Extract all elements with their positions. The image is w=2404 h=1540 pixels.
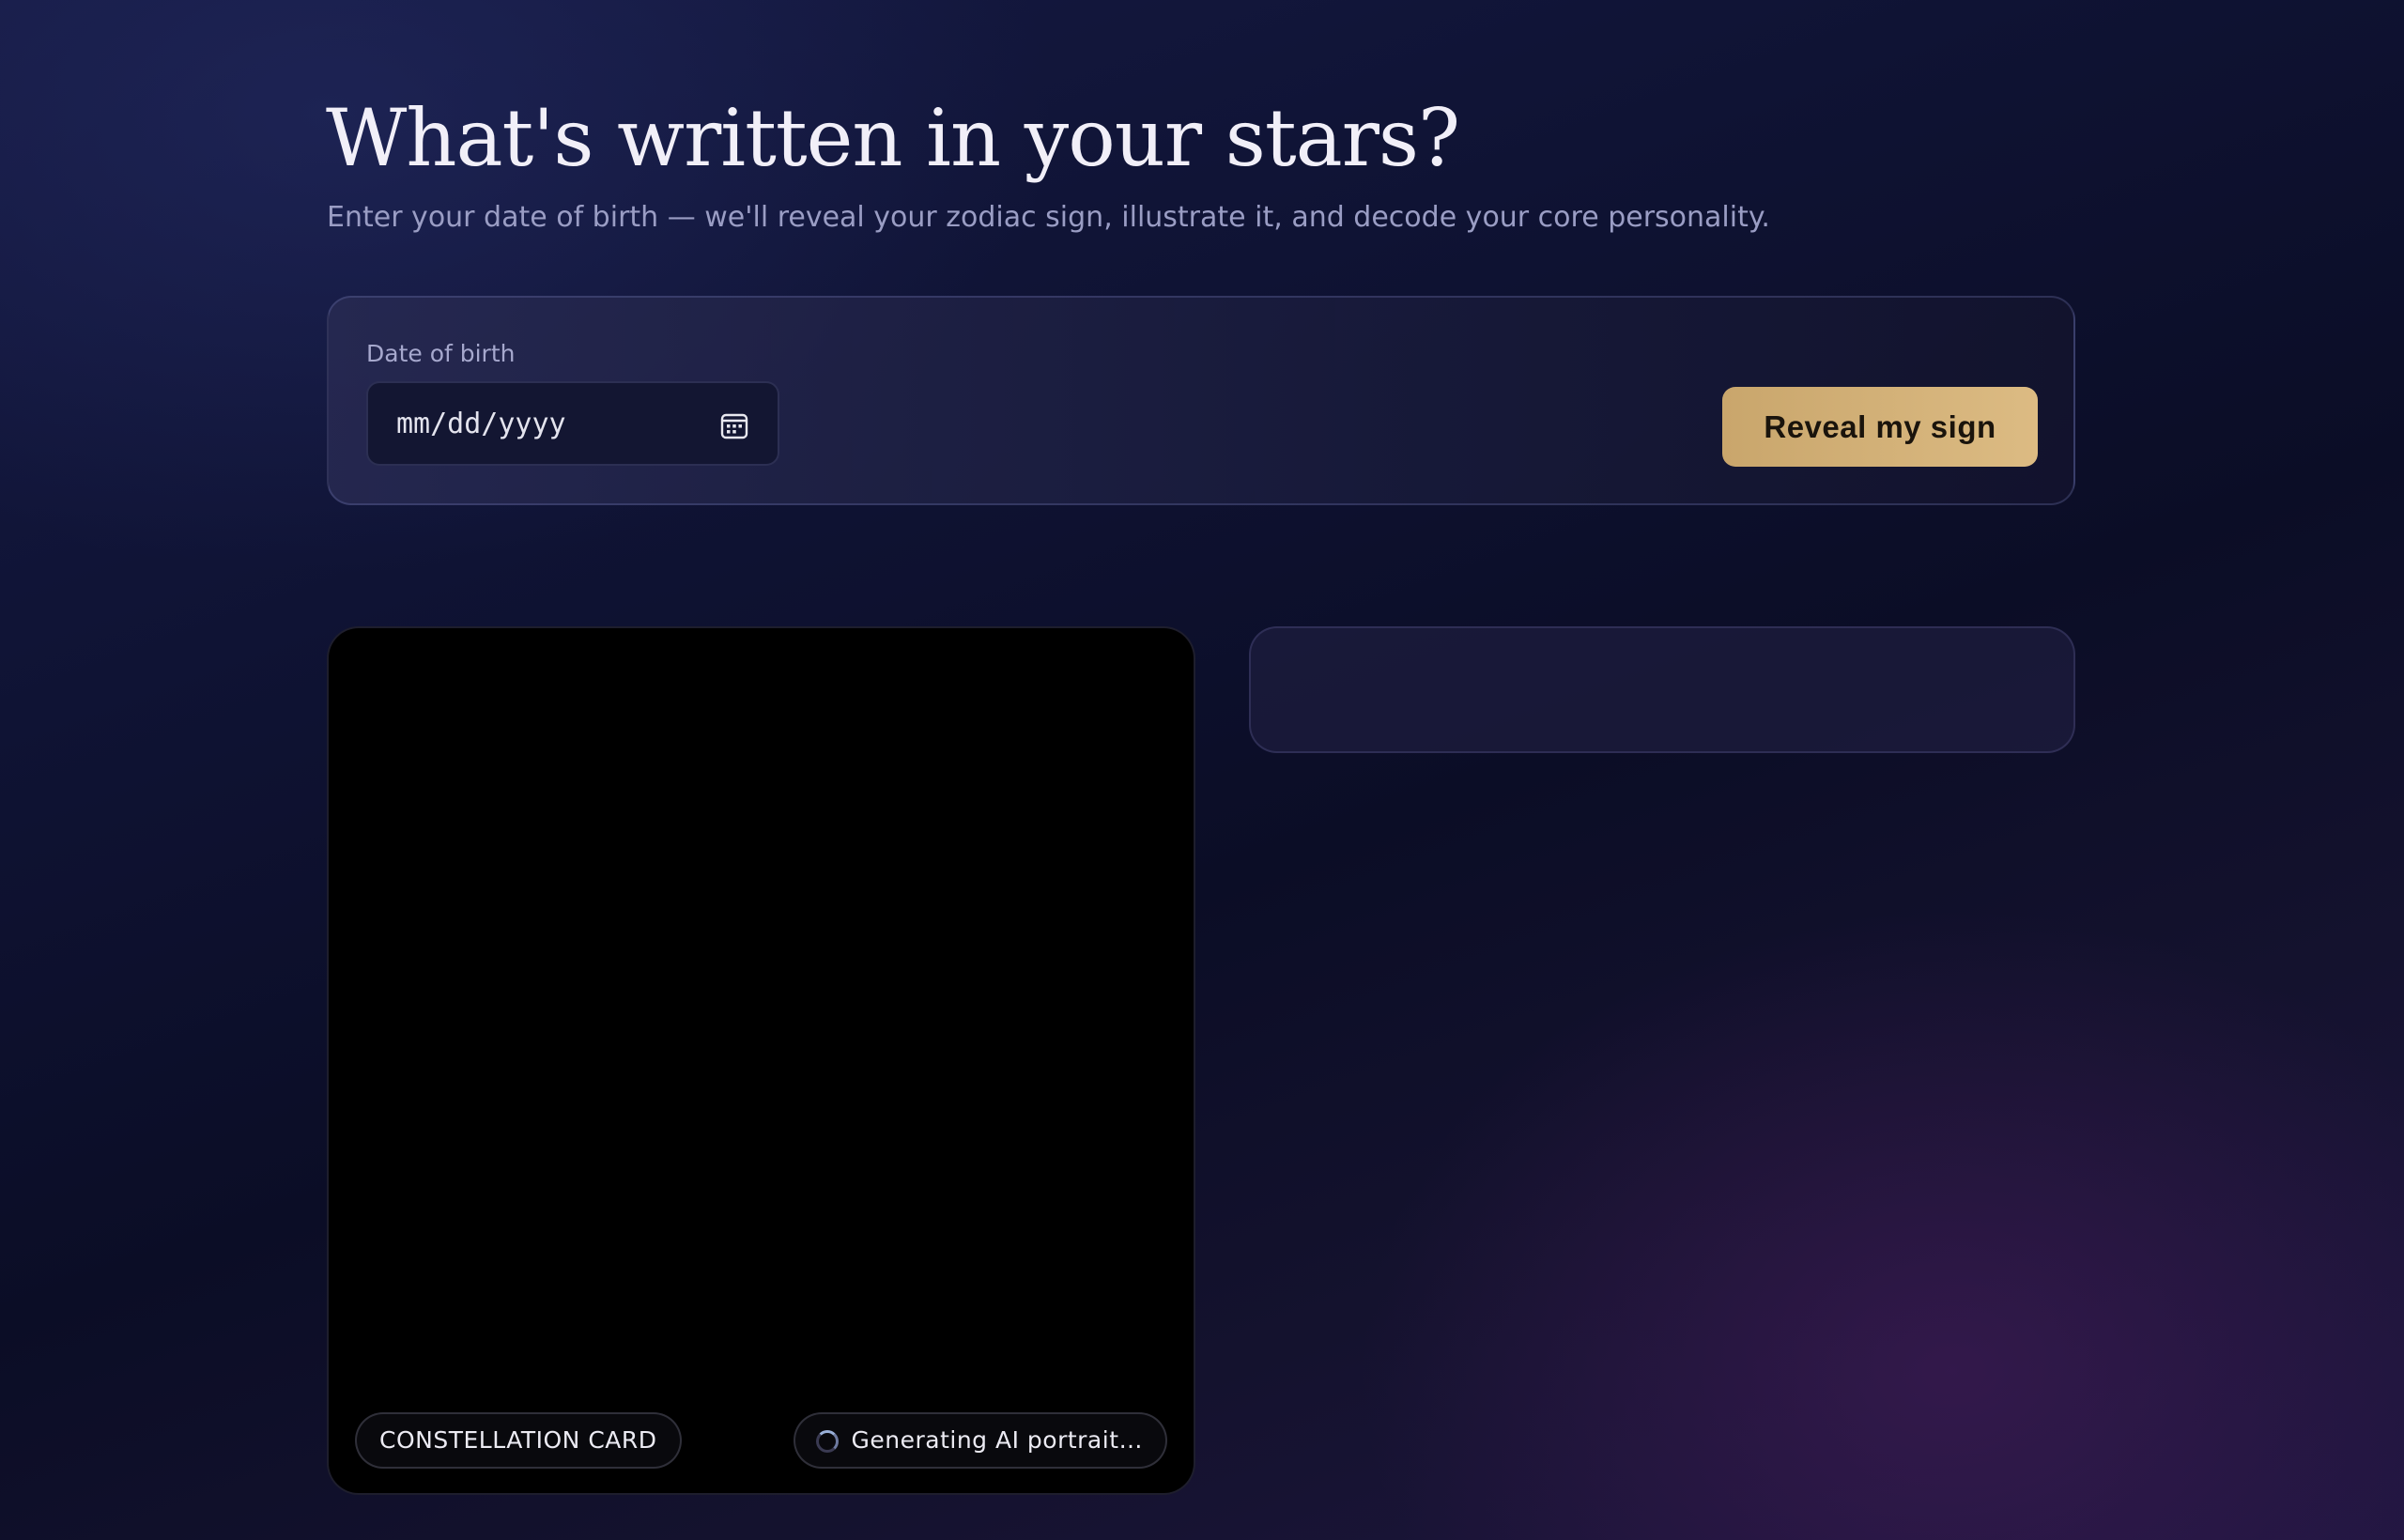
page-subtitle: Enter your date of birth — we'll reveal … bbox=[327, 201, 1770, 234]
constellation-card: CONSTELLATION CARD Generating AI portrai… bbox=[327, 626, 1195, 1495]
birth-date-form: Date of birth mm/dd/yyyy Reveal my sign bbox=[327, 296, 2075, 505]
personality-result-panel bbox=[1249, 626, 2075, 753]
calendar-icon[interactable] bbox=[719, 410, 749, 440]
generation-status: Generating AI portrait… bbox=[793, 1412, 1167, 1469]
date-of-birth-label: Date of birth bbox=[366, 340, 516, 367]
spinner-icon bbox=[815, 1430, 839, 1453]
reveal-sign-button[interactable]: Reveal my sign bbox=[1722, 387, 2038, 467]
date-of-birth-input[interactable]: mm/dd/yyyy bbox=[366, 381, 779, 466]
date-placeholder: mm/dd/yyyy bbox=[396, 408, 566, 440]
constellation-card-badge-label: CONSTELLATION CARD bbox=[379, 1426, 657, 1454]
page-title: What's written in your stars? bbox=[326, 92, 1460, 184]
generation-status-text: Generating AI portrait… bbox=[851, 1426, 1143, 1454]
constellation-card-badge: CONSTELLATION CARD bbox=[355, 1412, 682, 1469]
